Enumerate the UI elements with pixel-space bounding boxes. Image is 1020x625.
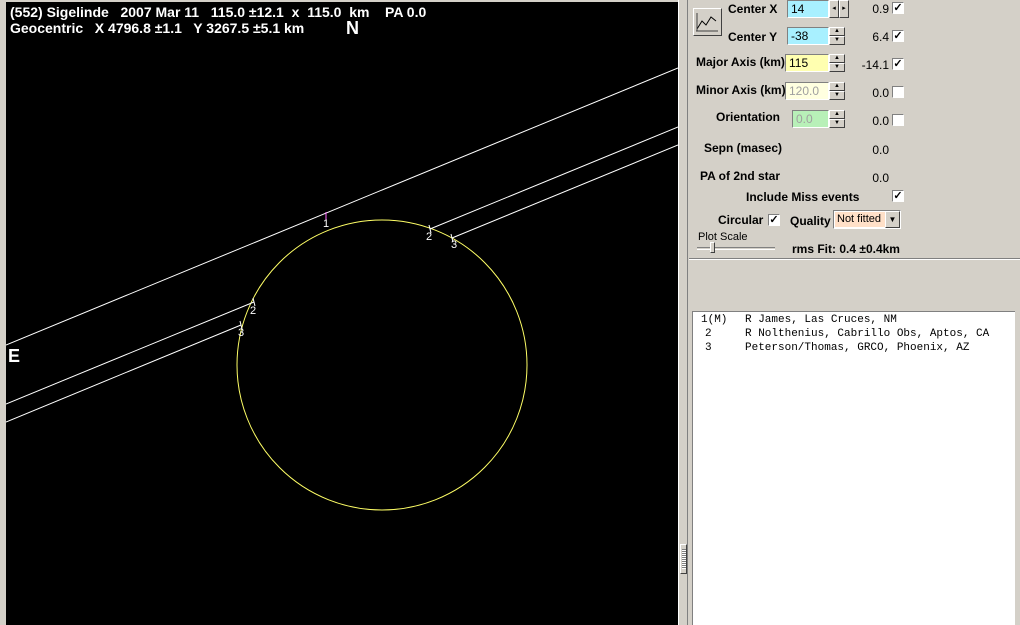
quality-value: Not fitted <box>835 212 885 227</box>
panel-divider <box>689 258 1020 260</box>
list-item[interactable]: 1(M) R James, Las Cruces, NM <box>701 314 897 326</box>
chord-label-3-left: 3 <box>238 327 244 339</box>
plot-geocentric: Geocentric X 4796.8 ±1.1 Y 3267.5 ±5.1 k… <box>10 20 305 36</box>
center-x-checkbox[interactable]: ✓ <box>892 2 904 14</box>
chord-label-3-right: 3 <box>451 239 457 251</box>
orientation-input[interactable]: 0.0 <box>792 110 829 128</box>
center-x-input[interactable]: 14 <box>787 0 829 18</box>
chord-line-3-left <box>6 324 242 423</box>
observer-number: 2 <box>705 328 712 340</box>
observer-name: R James, Las Cruces, NM <box>745 314 897 326</box>
circular-label: Circular <box>718 213 764 227</box>
chord-line-3-right <box>451 144 678 239</box>
center-y-spinner[interactable]: ▲ ▼ <box>829 27 845 45</box>
sepn-value: 0.0 <box>872 143 889 157</box>
center-x-label: Center X <box>728 2 778 16</box>
chord-label-1: 1 <box>323 218 329 230</box>
sepn-label: Sepn (masec) <box>704 141 783 155</box>
fit-parameters-panel: Center X 14 ◂ ▸ 0.9 ✓ Center Y -38 ▲ ▼ 6.… <box>689 0 1020 258</box>
quality-label: Quality <box>790 214 831 228</box>
circular-checkbox[interactable]: ✓ <box>768 214 780 226</box>
center-x-spinner[interactable]: ◂ ▸ <box>829 0 849 18</box>
occultation-plot[interactable]: 1 2 3 2 3 (552) Sigelinde 2007 Mar 11 11… <box>6 2 678 625</box>
rms-fit: rms Fit: 0.4 ±0.4km <box>792 242 900 256</box>
north-label: N <box>346 18 359 38</box>
observer-number: 1(M) <box>701 314 728 326</box>
plot-drawing: 1 2 3 2 3 <box>6 67 678 511</box>
orientation-label: Orientation <box>716 110 781 124</box>
list-item[interactable]: 2 R Nolthenius, Cabrillo Obs, Aptos, CA <box>701 328 989 340</box>
graph-button[interactable] <box>693 8 722 36</box>
chord-label-2-right: 2 <box>426 231 432 243</box>
major-axis-input[interactable]: 115 <box>785 54 829 72</box>
plot-scale-slider[interactable] <box>710 242 715 253</box>
center-x-offset: 0.9 <box>872 2 889 16</box>
minor-axis-label: Minor Axis (km) <box>696 83 786 97</box>
quality-select[interactable]: Not fitted ▼ <box>833 210 901 229</box>
chord-line-2-right <box>429 126 678 230</box>
chord-label-2-left: 2 <box>250 305 256 317</box>
orientation-offset: 0.0 <box>872 114 889 128</box>
orientation-checkbox[interactable] <box>892 114 904 126</box>
east-label: E <box>8 346 21 366</box>
minor-axis-offset: 0.0 <box>872 86 889 100</box>
center-y-label: Center Y <box>728 30 778 44</box>
major-axis-spinner[interactable]: ▲ ▼ <box>829 54 845 72</box>
chart-icon <box>696 13 718 32</box>
major-axis-offset: -14.1 <box>861 58 889 72</box>
chord-line-1 <box>6 67 678 346</box>
occultation-plot-panel: 1 2 3 2 3 (552) Sigelinde 2007 Mar 11 11… <box>0 0 684 625</box>
minor-axis-spinner[interactable]: ▲ ▼ <box>829 82 845 100</box>
splitter-scrollbar[interactable] <box>678 0 688 625</box>
chord-line-2-left <box>6 301 255 405</box>
minor-axis-checkbox[interactable] <box>892 86 904 98</box>
splitter-thumb[interactable] <box>680 544 687 574</box>
major-axis-label: Major Axis (km) <box>696 55 785 69</box>
include-miss-checkbox[interactable]: ✓ <box>892 190 904 202</box>
major-axis-checkbox[interactable]: ✓ <box>892 58 904 70</box>
center-y-input[interactable]: -38 <box>787 27 829 45</box>
minor-axis-input[interactable]: 120.0 <box>785 82 829 100</box>
observer-name: R Nolthenius, Cabrillo Obs, Aptos, CA <box>745 328 990 340</box>
observer-number: 3 <box>705 342 712 354</box>
center-y-offset: 6.4 <box>872 30 889 44</box>
plot-scale-track[interactable] <box>697 247 775 250</box>
pa2-value: 0.0 <box>872 171 889 185</box>
observer-list[interactable]: 1(M) R James, Las Cruces, NM 2 R Noltheniu… <box>692 311 1015 625</box>
pa2-label: PA of 2nd star <box>700 169 781 183</box>
list-item[interactable]: 3 Peterson/Thomas, GRCO, Phoenix, AZ <box>701 342 969 354</box>
asteroid-outline <box>236 219 528 511</box>
chevron-down-icon[interactable]: ▼ <box>885 211 900 228</box>
orientation-spinner[interactable]: ▲ ▼ <box>829 110 845 128</box>
plot-scale-label: Plot Scale <box>698 231 748 243</box>
include-miss-label: Include Miss events <box>746 190 860 204</box>
center-y-checkbox[interactable]: ✓ <box>892 30 904 42</box>
observer-name: Peterson/Thomas, GRCO, Phoenix, AZ <box>745 342 970 354</box>
plot-title: (552) Sigelinde 2007 Mar 11 115.0 ±12.1 … <box>10 4 427 20</box>
